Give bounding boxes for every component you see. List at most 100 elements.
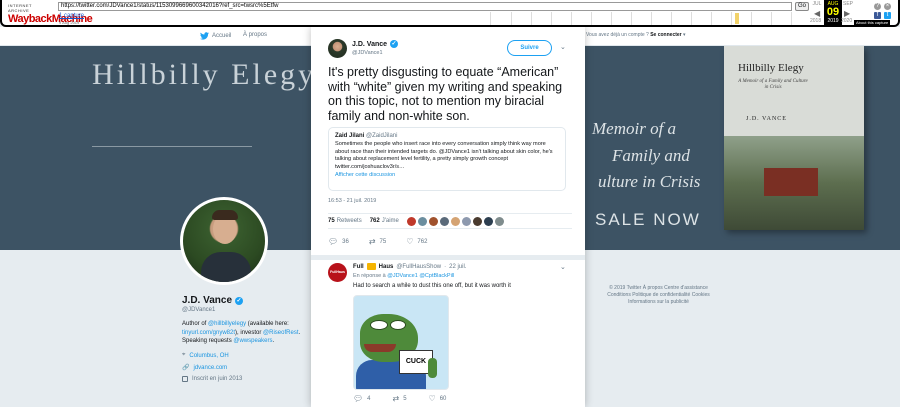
liker-avatar[interactable]	[439, 216, 449, 226]
wayback-sparkline[interactable]	[490, 12, 808, 25]
like-stat[interactable]: 762 J'aime	[370, 218, 399, 224]
wayback-logo-top: INTERNET ARCHIVE	[8, 3, 32, 13]
bio-link-tinyurl[interactable]: tinyurl.com/gnyw82t	[182, 330, 235, 336]
profile-website-link[interactable]: jdvance.com	[193, 365, 227, 371]
footer-line1[interactable]: © 2019 Twitter À propos Centre d'assista…	[592, 285, 725, 292]
reply-reply-count: 4	[367, 395, 371, 402]
reply-tweet[interactable]: FullHaus Full Haus @FullHausShow · 22 ju…	[311, 260, 585, 407]
footer-line2[interactable]: Conditions Politique de confidentialité …	[592, 292, 725, 299]
book-cover: Hillbilly Elegy A Memoir of a Family and…	[724, 46, 864, 230]
wayback-url-input[interactable]: https://twitter.com/JDVance1/status/1153…	[58, 2, 792, 11]
reply-author-name2[interactable]: Haus	[379, 264, 394, 270]
nav-home-label: Accueil	[212, 33, 232, 39]
reply-reply-action[interactable]: 💬︎ 4	[353, 394, 371, 403]
liker-avatar[interactable]	[472, 216, 482, 226]
show-thread-link[interactable]: Afficher cette discussion	[335, 172, 559, 178]
reply-author-name[interactable]: Full	[353, 264, 364, 270]
reply-author: Full Haus @FullHausShow · 22 juil.	[353, 263, 467, 270]
verified-badge-icon: ✓	[390, 40, 399, 48]
likers-avatars	[406, 216, 504, 226]
retweet-action-count: 75	[379, 238, 387, 245]
location-icon: ⌖	[182, 352, 186, 358]
liker-avatar[interactable]	[461, 216, 471, 226]
wayback-go-button[interactable]: Go	[795, 2, 809, 11]
banner-memoir-line2: Family and	[612, 146, 690, 165]
profile-handle[interactable]: @JDVance1	[182, 307, 215, 313]
reply-like-action[interactable]: ♡ 60	[429, 394, 447, 403]
reply-action[interactable]: 💬︎ 36	[328, 237, 349, 246]
wayback-year-prev[interactable]: 2018	[810, 18, 821, 24]
wayback-next-arrow-icon[interactable]: ▶	[844, 9, 850, 18]
nav-login-link[interactable]: Se connecter	[650, 32, 681, 38]
reply-actions: 💬︎ 4 ⇄ 5 ♡ 60	[353, 394, 446, 403]
bio-link-hillbillyelegy[interactable]: @hillbillyelegy	[208, 321, 246, 327]
quoted-author-name: Zaid Jilani	[335, 133, 365, 139]
profile-name[interactable]: J.D. Vance ✓	[182, 295, 244, 306]
liker-avatar[interactable]	[417, 216, 427, 226]
liker-avatar[interactable]	[406, 216, 416, 226]
reply-to-link-jdvance1[interactable]: @JDVance1	[387, 273, 418, 279]
tweet-author-name[interactable]: J.D. Vance ✓	[352, 40, 399, 48]
bio-link-riseofrest[interactable]: @RiseofRest	[263, 330, 298, 336]
bio-text: ), investor	[235, 329, 264, 336]
heart-icon: ♡	[428, 394, 436, 403]
like-action[interactable]: ♡ 762	[406, 237, 427, 246]
reply-date[interactable]: 22 juil.	[449, 264, 466, 270]
wayback-logo[interactable]: INTERNET ARCHIVE WaybackMachine	[8, 3, 93, 25]
banner-divider	[92, 146, 252, 147]
retweet-count: 75	[328, 218, 335, 224]
bio-text: .	[272, 338, 275, 344]
reply-author-handle[interactable]: @FullHausShow	[396, 264, 441, 270]
wayback-capture-marker[interactable]	[735, 13, 739, 24]
tweet-timestamp[interactable]: 16:53 - 21 juil. 2019	[328, 198, 376, 204]
reply-retweet-action[interactable]: ⇄ 5	[393, 394, 407, 403]
wayback-captures-link[interactable]: 1 capture	[59, 13, 84, 19]
wayback-active-date: AUG 09 2019	[824, 0, 842, 27]
reply-menu-chevron-icon[interactable]: ⌄	[560, 263, 566, 271]
liker-avatar[interactable]	[450, 216, 460, 226]
quoted-tweet-text: Sometimes the people who insert race int…	[335, 141, 553, 170]
heart-icon: ♡	[406, 237, 414, 246]
site-footer: © 2019 Twitter À propos Centre d'assista…	[592, 285, 725, 315]
wayback-day-active: 09	[826, 6, 840, 18]
tweet-author-name-text: J.D. Vance	[352, 40, 388, 48]
nav-home-link[interactable]: Accueil	[200, 32, 231, 40]
house-emoji-icon	[366, 263, 376, 270]
profile-avatar[interactable]	[180, 197, 268, 285]
quoted-tweet-author: Zaid Jilani @ZaidJilani	[335, 133, 559, 139]
tweet-author-avatar[interactable]	[328, 39, 347, 58]
wayback-month-next[interactable]: SEP	[841, 1, 855, 7]
wayback-year-next[interactable]: 2020	[841, 18, 852, 24]
liker-avatar[interactable]	[428, 216, 438, 226]
liker-avatar[interactable]	[483, 216, 493, 226]
bio-text: (available here:	[246, 321, 289, 327]
quoted-tweet[interactable]: Zaid Jilani @ZaidJilani Sometimes the pe…	[328, 127, 566, 191]
nav-about-link[interactable]: À propos	[243, 32, 267, 38]
twitter-share-icon[interactable]: t	[884, 12, 891, 19]
profile-location-text[interactable]: Columbus, OH	[189, 353, 228, 359]
wayback-year-active: 2019	[827, 18, 839, 24]
bio-link-wwspeakers[interactable]: @wwspeakers	[233, 338, 272, 344]
reply-media-image[interactable]: CUCK	[353, 295, 449, 390]
reply-icon: 💬︎	[353, 394, 364, 403]
tweet-text: It's pretty disgusting to equate “Americ…	[328, 65, 563, 123]
tweet-author-handle[interactable]: @JDVance1	[352, 50, 383, 56]
wayback-month-prev[interactable]: JUL	[810, 1, 824, 7]
reply-author-avatar[interactable]: FullHaus	[328, 263, 347, 282]
retweet-stat[interactable]: 75 Retweets	[328, 218, 362, 224]
help-icon[interactable]: ?	[874, 3, 881, 10]
retweet-icon: ⇄	[368, 237, 376, 246]
close-icon[interactable]: ×	[884, 3, 891, 10]
liker-avatar[interactable]	[494, 216, 504, 226]
facebook-icon[interactable]: f	[874, 12, 881, 19]
tweet-menu-chevron-icon[interactable]: ⌄	[560, 43, 566, 51]
reply-to-link-cptblackpill[interactable]: @CptBlackPill	[419, 273, 454, 279]
follow-button[interactable]: Suivre	[507, 40, 552, 56]
retweet-label: Retweets	[336, 218, 362, 224]
like-count: 762	[369, 218, 380, 224]
footer-line3[interactable]: Informations sur la publicité	[592, 299, 725, 306]
wayback-about-link[interactable]: About this capture	[854, 20, 891, 25]
wayback-prev-arrow-icon[interactable]: ◀	[814, 9, 820, 18]
banner-memoir-line3: ulture in Crisis	[598, 172, 701, 191]
retweet-action[interactable]: ⇄ 75	[369, 237, 386, 246]
